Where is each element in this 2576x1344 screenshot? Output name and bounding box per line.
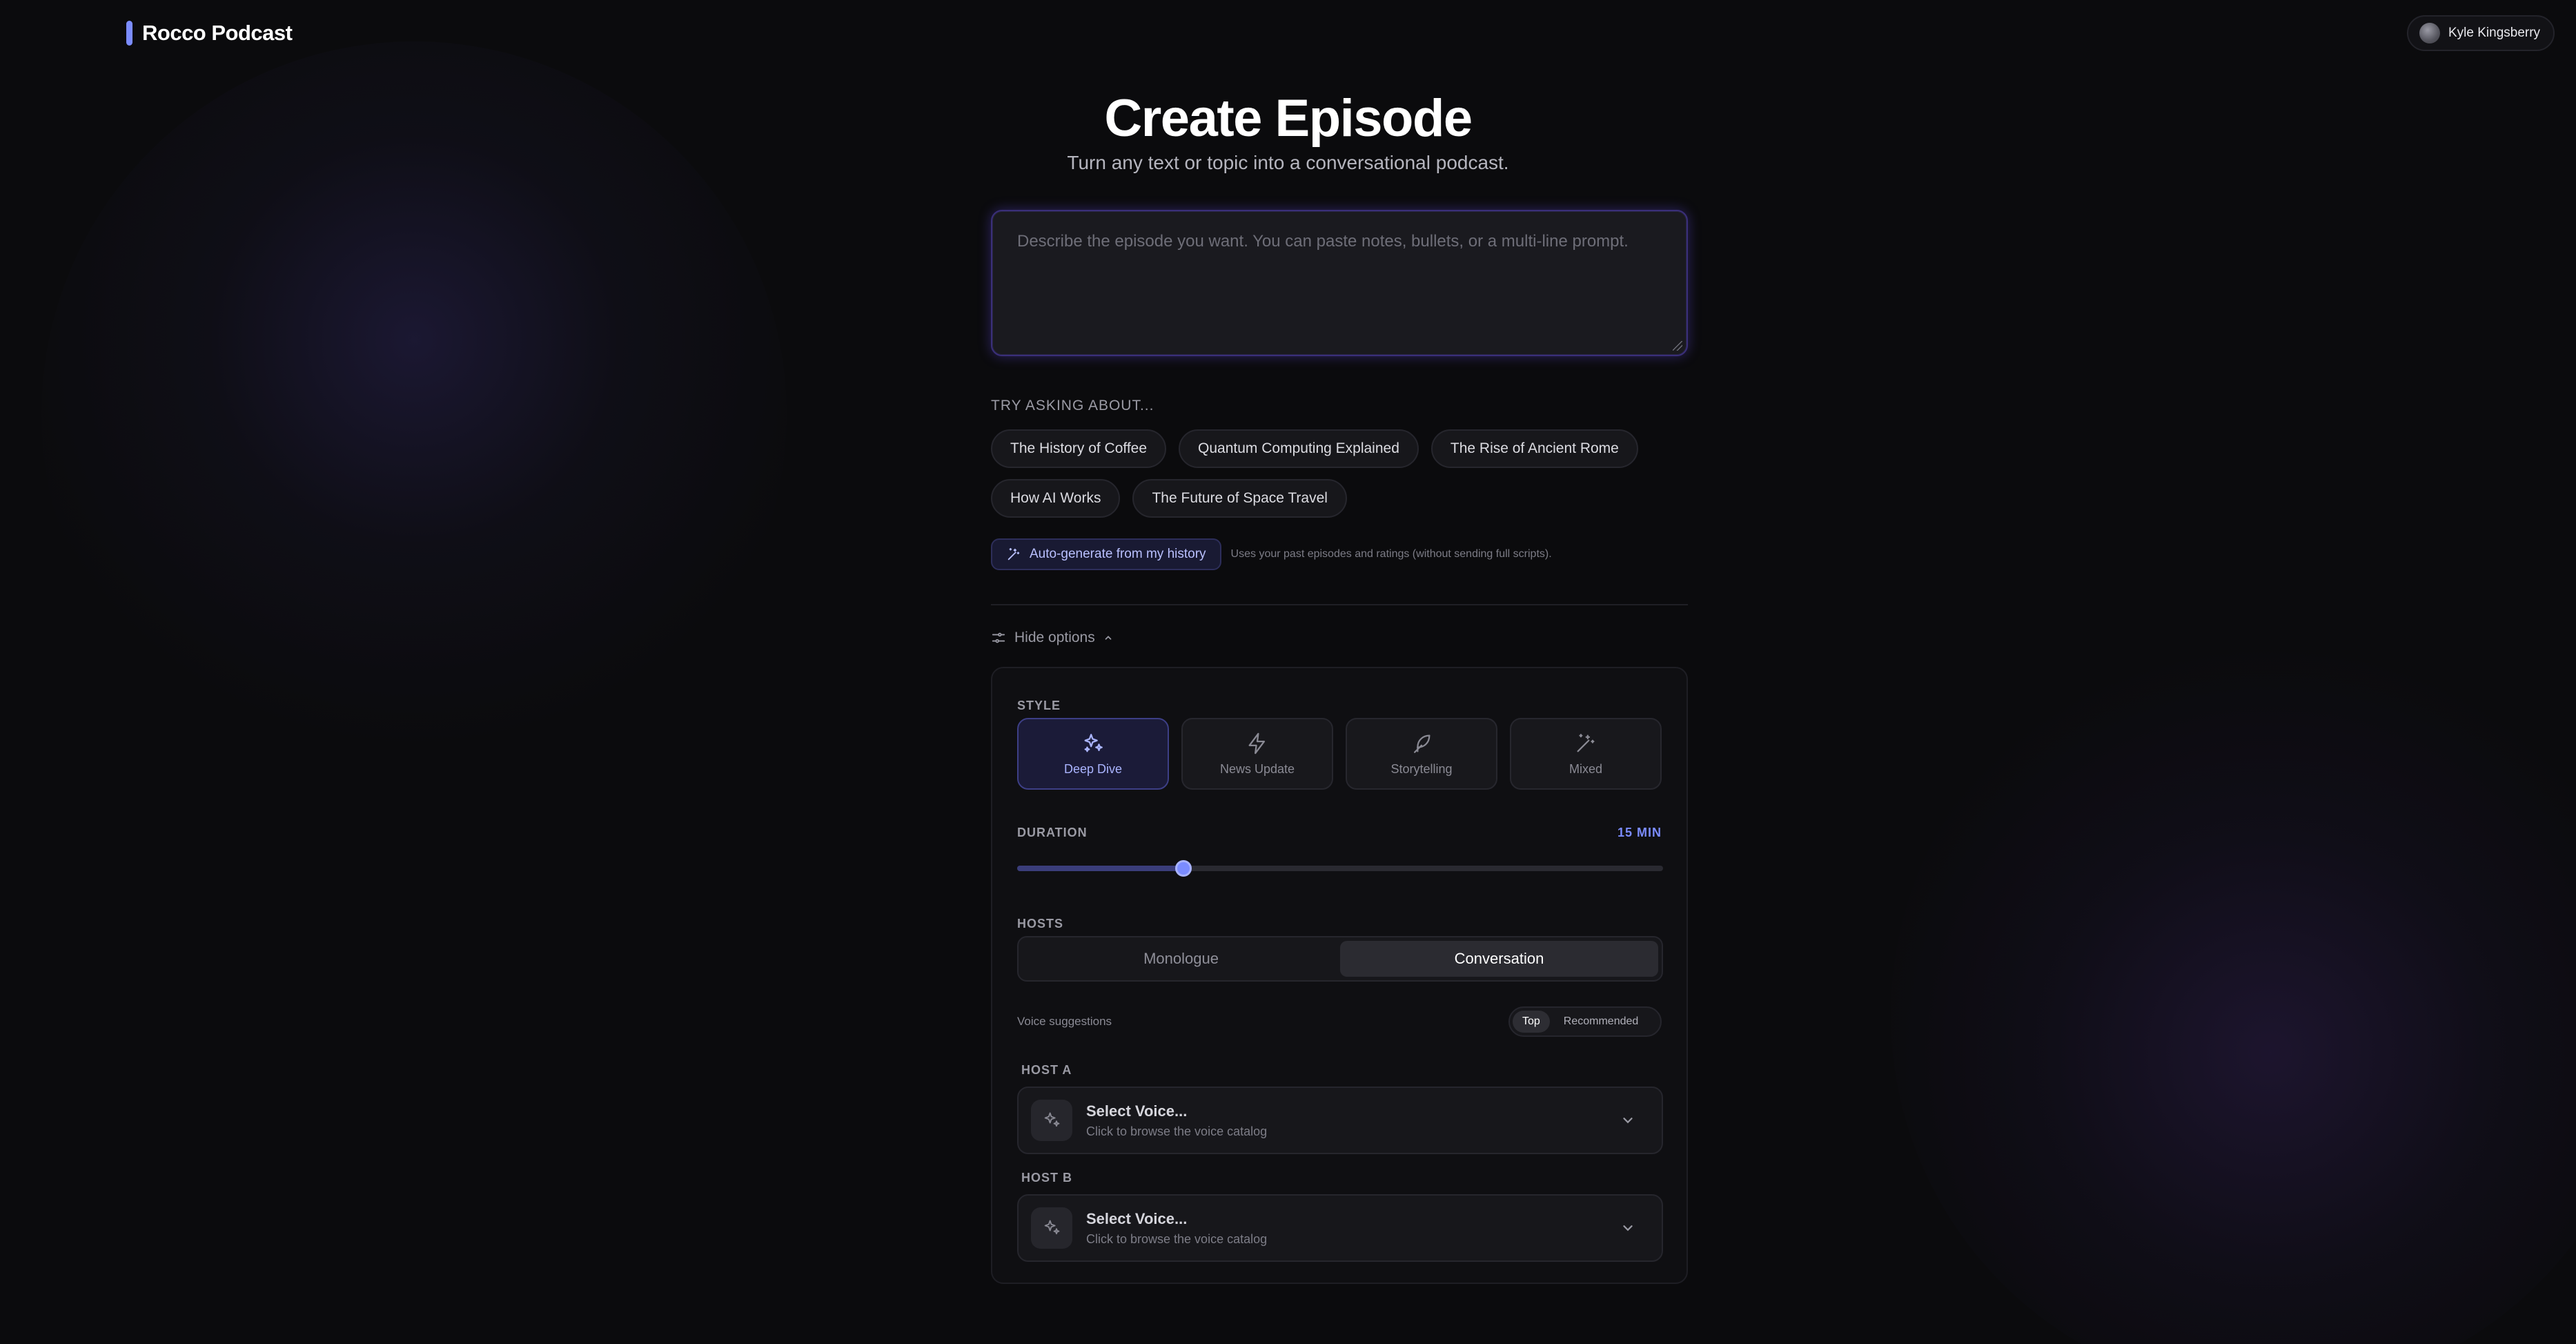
magic-wand-icon xyxy=(1577,733,1595,752)
duration-slider-thumb[interactable] xyxy=(1174,860,1192,877)
suggestion-chips: The History of Coffee Quantum Computing … xyxy=(991,429,1688,518)
style-label-text: Deep Dive xyxy=(1063,761,1123,776)
style-deep-dive[interactable]: Deep Dive xyxy=(1017,718,1169,790)
style-storytelling[interactable]: Storytelling xyxy=(1346,718,1497,790)
host-b-label: HOST B xyxy=(1021,1171,1073,1185)
style-label-text: Mixed xyxy=(1569,761,1602,776)
hosts-conversation-option[interactable]: Conversation xyxy=(1340,941,1658,977)
chevron-down-icon xyxy=(1623,1225,1633,1231)
suggestion-chip[interactable]: The Future of Space Travel xyxy=(1132,479,1347,518)
suggestion-chip[interactable]: The History of Coffee xyxy=(991,429,1167,468)
host-a-label: HOST A xyxy=(1021,1063,1072,1077)
prompt-placeholder: Describe the episode you want. You can p… xyxy=(1017,232,1629,251)
chevron-down-icon xyxy=(1623,1118,1633,1124)
duration-label: DURATION xyxy=(1017,826,1088,839)
brand-mark-icon xyxy=(126,21,132,46)
suggestion-chip[interactable]: The Rise of Ancient Rome xyxy=(1430,429,1638,468)
brand-logo[interactable]: Rocco Podcast xyxy=(126,19,293,47)
user-name: Kyle Kingsberry xyxy=(2448,26,2541,40)
host-a-voice-select[interactable]: Select Voice... Click to browse the voic… xyxy=(1017,1087,1663,1154)
style-news-update[interactable]: News Update xyxy=(1181,718,1333,790)
duration-value: 15 MIN xyxy=(1617,826,1662,839)
host-b-voice-select[interactable]: Select Voice... Click to browse the voic… xyxy=(1017,1194,1663,1262)
voice-suggestions-recommended[interactable]: Recommended xyxy=(1554,1011,1649,1033)
voice-select-title: Select Voice... xyxy=(1086,1209,1188,1227)
feather-icon xyxy=(1413,734,1430,753)
brand-name: Rocco Podcast xyxy=(142,21,293,45)
avatar xyxy=(2419,23,2440,43)
magic-wand-icon xyxy=(1007,547,1020,561)
duration-slider[interactable] xyxy=(1017,860,1663,877)
episode-prompt-textarea[interactable]: Describe the episode you want. You can p… xyxy=(991,210,1688,356)
suggestion-chip[interactable]: Quantum Computing Explained xyxy=(1179,429,1419,468)
style-label: STYLE xyxy=(1017,699,1061,712)
style-mixed[interactable]: Mixed xyxy=(1510,718,1662,790)
voice-select-subtitle: Click to browse the voice catalog xyxy=(1086,1231,1268,1246)
divider xyxy=(991,604,1688,605)
hosts-monologue-option[interactable]: Monologue xyxy=(1022,941,1340,977)
background-glow-right xyxy=(1891,635,2576,1344)
style-label-text: News Update xyxy=(1219,761,1295,776)
suggestions-label: TRY ASKING ABOUT... xyxy=(991,398,1154,413)
sparkles-icon xyxy=(1084,733,1103,752)
autogen-row: Auto-generate from my history Uses your … xyxy=(991,538,1688,570)
chevron-up-icon xyxy=(1105,636,1112,640)
voice-suggestions-toggle: Top Recommended xyxy=(1508,1006,1662,1037)
suggestion-chip[interactable]: How AI Works xyxy=(991,479,1121,518)
hosts-toggle: Monologue Conversation xyxy=(1017,936,1663,982)
voice-select-subtitle: Click to browse the voice catalog xyxy=(1086,1124,1268,1138)
hide-options-label: Hide options xyxy=(1014,630,1095,645)
voice-sparkles-icon xyxy=(1031,1207,1072,1249)
hosts-label: HOSTS xyxy=(1017,917,1064,931)
style-label-text: Storytelling xyxy=(1390,761,1453,776)
voice-suggestions-label: Voice suggestions xyxy=(1017,1015,1112,1028)
style-options: Deep Dive News Update Storytelling Mixed xyxy=(1017,718,1662,790)
voice-sparkles-icon xyxy=(1031,1100,1072,1141)
resize-handle-icon[interactable] xyxy=(1673,341,1682,351)
voice-select-title: Select Voice... xyxy=(1086,1102,1188,1120)
duration-slider-fill xyxy=(1017,866,1183,871)
page-subtitle: Turn any text or topic into a conversati… xyxy=(1067,152,1509,173)
sliders-icon xyxy=(992,632,1005,643)
autogen-button[interactable]: Auto-generate from my history xyxy=(991,538,1221,570)
lightning-icon xyxy=(1248,732,1266,754)
voice-suggestions-top[interactable]: Top xyxy=(1513,1011,1550,1033)
autogen-button-label: Auto-generate from my history xyxy=(1030,547,1206,561)
options-panel: STYLE Deep Dive News Update Storytelling… xyxy=(991,667,1688,1284)
autogen-note: Uses your past episodes and ratings (wit… xyxy=(1230,548,1552,560)
page-title: Create Episode xyxy=(1104,89,1473,148)
hide-options-toggle[interactable]: Hide options xyxy=(991,630,1688,646)
user-menu-button[interactable]: Kyle Kingsberry xyxy=(2407,15,2555,51)
